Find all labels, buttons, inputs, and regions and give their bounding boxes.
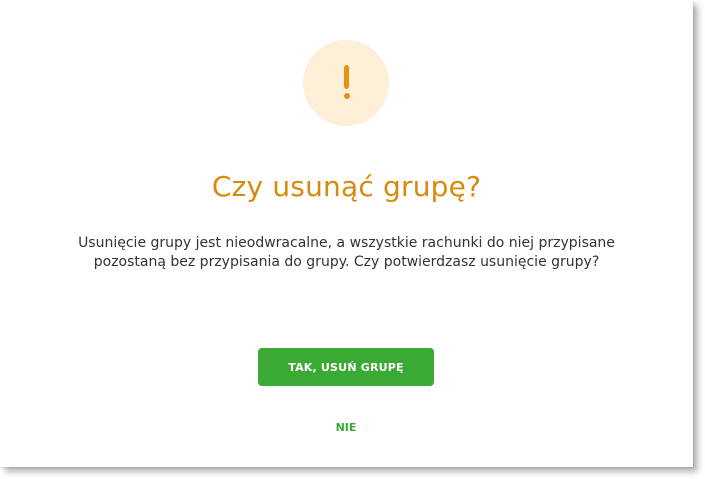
exclamation-warning-icon [303,40,389,126]
exclamation-dot [343,93,350,99]
delete-group-dialog: Czy usunąć grupę? Usunięcie grupy jest n… [0,0,693,467]
cancel-button[interactable]: NIE [316,417,376,437]
screen: Czy usunąć grupę? Usunięcie grupy jest n… [0,0,705,479]
dialog-message: Usunięcie grupy jest nieodwracalne, a ws… [78,235,615,270]
dialog-title: Czy usunąć grupę? [211,170,482,203]
confirm-delete-button[interactable]: TAK, USUŃ GRUPĘ [258,348,434,386]
exclamation-bar [344,65,349,89]
